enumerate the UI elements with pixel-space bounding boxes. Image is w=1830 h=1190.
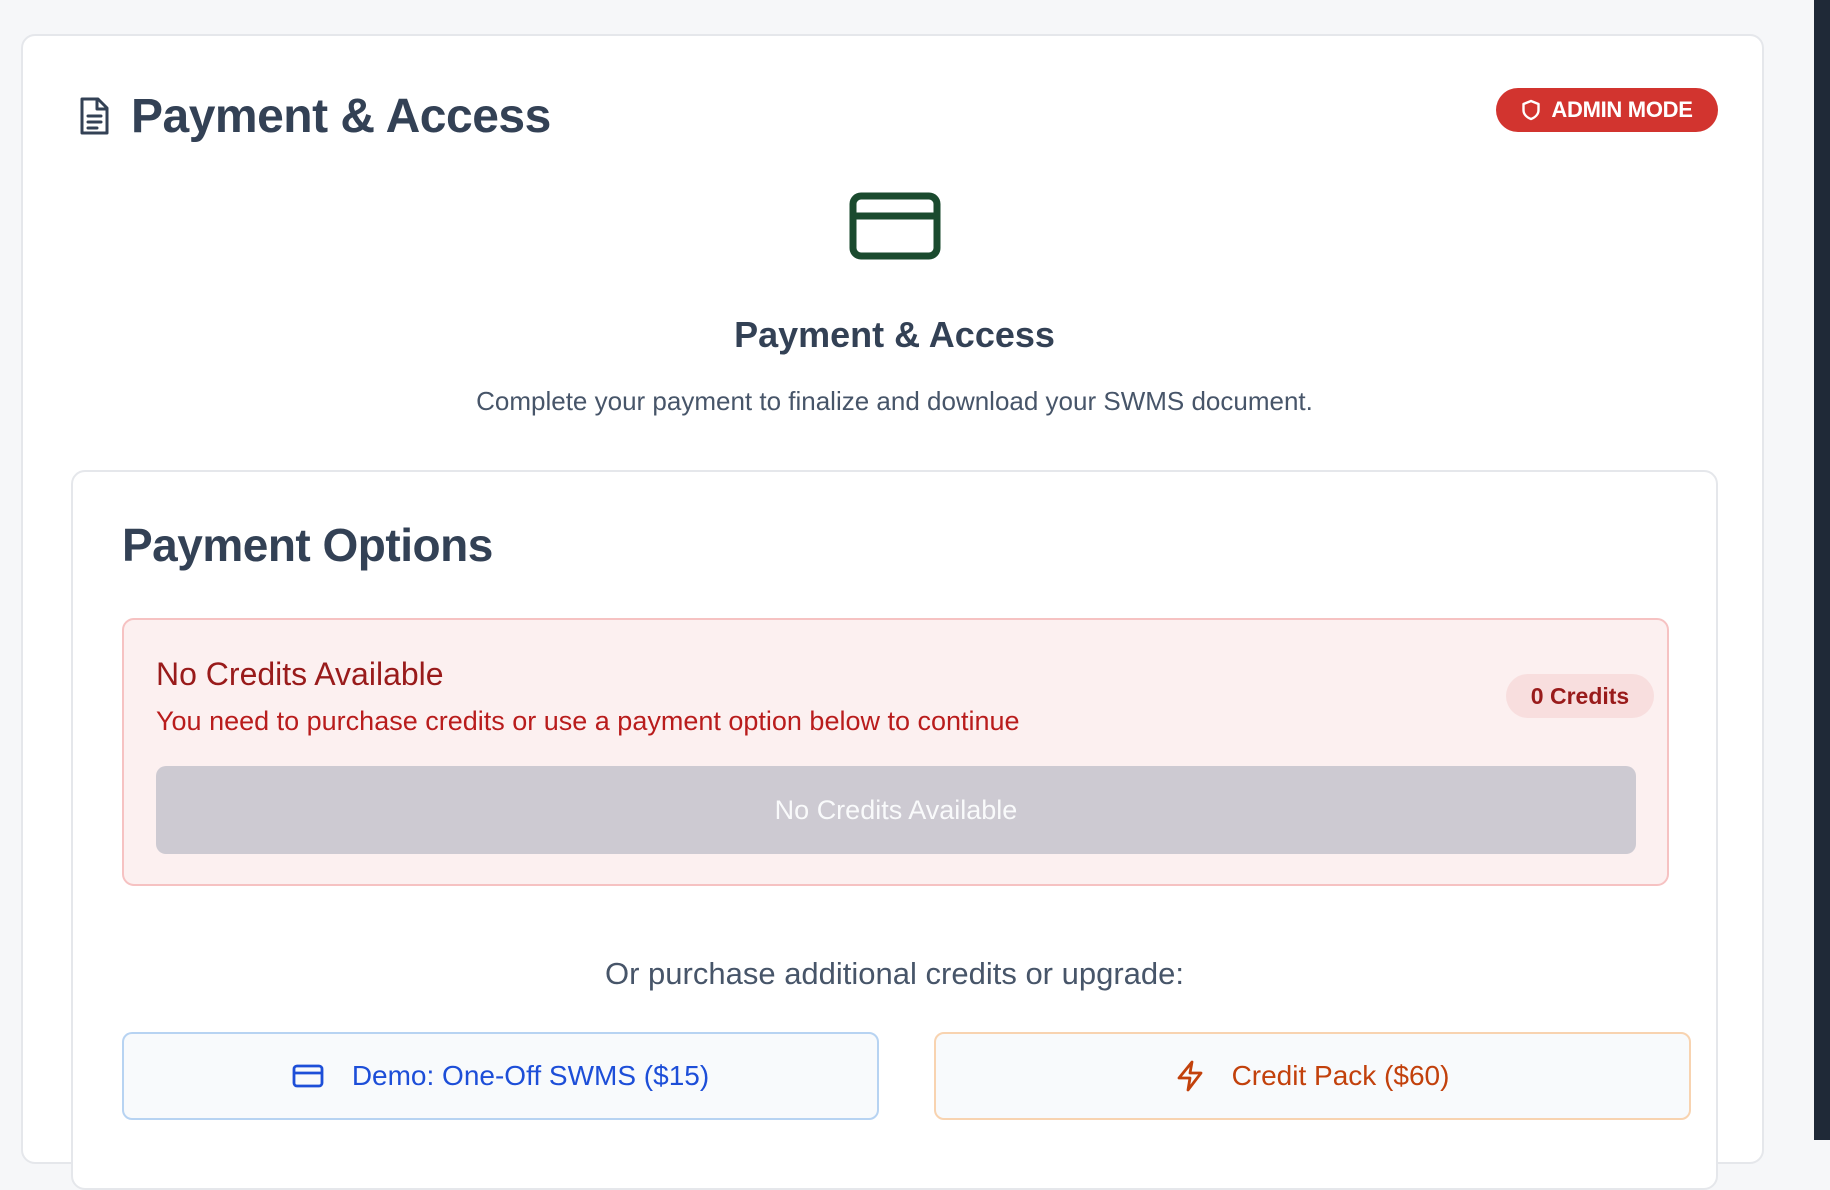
credit-card-icon [292,1064,324,1088]
payment-access-card: Payment & Access ADMIN MODE Payment & Ac… [21,34,1764,1190]
credit-pack-label: Credit Pack ($60) [1231,1060,1450,1091]
page-title: Payment & Access [131,89,551,143]
credit-card-icon [849,192,941,262]
admin-mode-badge: ADMIN MODE [1496,88,1718,132]
alert-title: No Credits Available [156,656,444,692]
use-credit-button[interactable]: No Credits Available [156,766,1636,854]
demo-one-off-label: Demo: One-Off SWMS ($15) [351,1060,710,1091]
no-credits-alert: No Credits Available You need to purchas… [122,618,1669,886]
purchase-prompt: Or purchase additional credits or upgrad… [605,956,1184,991]
credit-pack-button[interactable]: Credit Pack ($60) [934,1032,1691,1120]
lightning-icon [1176,1060,1204,1092]
alert-description: You need to purchase credits or use a pa… [156,706,1020,736]
window-edge [1814,0,1830,1140]
payment-options-title: Payment Options [122,519,493,571]
payment-options-card: Payment Options No Credits Available You… [71,470,1718,1190]
hero-title: Payment & Access [734,314,1055,355]
admin-mode-label: ADMIN MODE [1551,97,1693,122]
hero-subtitle: Complete your payment to finalize and do… [476,386,1313,416]
document-icon [75,94,113,138]
demo-one-off-button[interactable]: Demo: One-Off SWMS ($15) [122,1032,879,1120]
shield-icon [1521,99,1541,121]
credits-badge: 0 Credits [1506,674,1654,718]
card-header: Payment & Access [75,84,551,148]
